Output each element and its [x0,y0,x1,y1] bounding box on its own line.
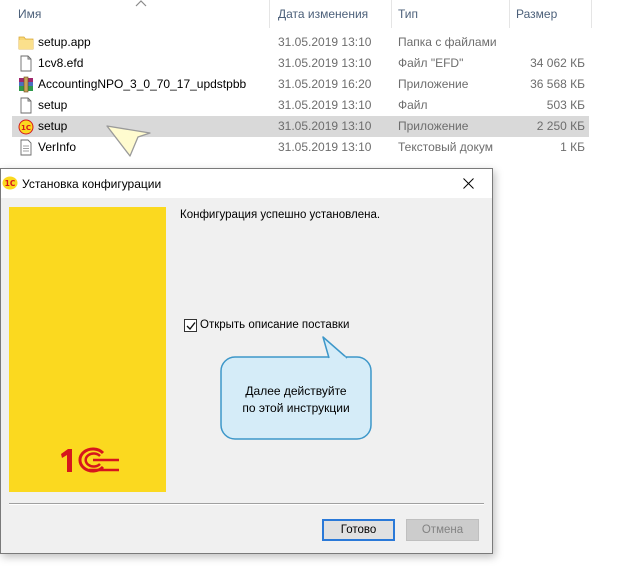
column-header-date[interactable]: Дата изменения [272,0,392,28]
file-name: 1cv8.efd [38,56,84,70]
checkbox-box[interactable] [184,319,197,332]
file-date: 31.05.2019 13:10 [278,56,372,70]
instruction-callout: Далее действуйте по этой инструкции [220,336,372,440]
column-header-type[interactable]: Тип [392,0,510,28]
file-icon [20,97,32,114]
file-size: 503 КБ [546,98,585,112]
column-header-size[interactable]: Размер [510,0,592,28]
file-row[interactable]: setup 31.05.2019 13:10 Файл 503 КБ [12,95,589,116]
text-document-icon [20,139,32,156]
file-row[interactable]: 1cv8.efd 31.05.2019 13:10 Файл "EFD" 34 … [12,53,589,74]
callout-line-1: Далее действуйте [245,384,347,398]
callout-text: Далее действуйте по этой инструкции [221,357,371,439]
callout-line-2: по этой инструкции [242,401,350,415]
file-type: Текстовый докум [398,140,493,154]
file-date: 31.05.2019 13:10 [278,140,372,154]
folder-icon [18,36,34,50]
column-header-bar: Имя Дата изменения Тип Размер [0,0,625,28]
file-name: AccountingNPO_3_0_70_17_updstpbb [38,77,247,91]
archive-app-icon [19,76,33,93]
install-config-dialog: 1C Установка конфигурации Конфигурация у… [0,168,493,554]
done-button[interactable]: Готово [322,519,395,541]
file-row[interactable]: AccountingNPO_3_0_70_17_updstpbb 31.05.2… [12,74,589,95]
column-header-name[interactable]: Имя [12,0,270,28]
button-separator [9,503,484,505]
dialog-title: Установка конфигурации [22,177,162,191]
file-date: 31.05.2019 13:10 [278,119,372,133]
file-date: 31.05.2019 13:10 [278,35,372,49]
1c-logo-icon: 1C [2,176,18,190]
file-name: setup [38,98,68,112]
file-row[interactable]: VerInfo 31.05.2019 13:10 Текстовый докум… [12,137,589,158]
1c-brand-logo-icon [61,447,119,473]
file-date: 31.05.2019 16:20 [278,77,372,91]
file-icon [20,55,32,72]
file-explorer-list: Имя Дата изменения Тип Размер setup.app … [0,0,625,170]
brand-side-panel [9,207,166,492]
file-name: setup.app [38,35,91,49]
file-size: 34 062 КБ [530,56,585,70]
file-row[interactable]: setup.app 31.05.2019 13:10 Папка с файла… [12,32,589,53]
file-name: VerInfo [38,140,77,154]
checkmark-icon [186,322,196,331]
dialog-titlebar[interactable]: 1C Установка конфигурации [1,169,492,198]
file-name: setup [38,119,68,133]
callout-pointer-icon [106,125,151,157]
file-row-selected[interactable]: 1C setup 31.05.2019 13:10 Приложение 2 2… [12,116,589,137]
file-size: 2 250 КБ [536,119,585,133]
svg-text:1C: 1C [21,124,31,132]
checkbox-label: Открыть описание поставки [200,319,350,331]
file-size: 36 568 КБ [530,77,585,91]
file-type: Файл [398,98,428,112]
close-button[interactable] [446,169,492,198]
file-type: Файл "EFD" [398,56,464,70]
file-type: Папка с файлами [398,35,497,49]
file-date: 31.05.2019 13:10 [278,98,372,112]
file-size: 1 КБ [560,140,585,154]
close-icon [463,178,474,189]
file-type: Приложение [398,77,469,91]
file-type: Приложение [398,119,469,133]
svg-text:1C: 1C [5,179,16,188]
1c-app-icon: 1C [18,119,34,135]
success-message: Конфигурация успешно установлена. [180,209,381,221]
cancel-button[interactable]: Отмена [406,519,479,541]
